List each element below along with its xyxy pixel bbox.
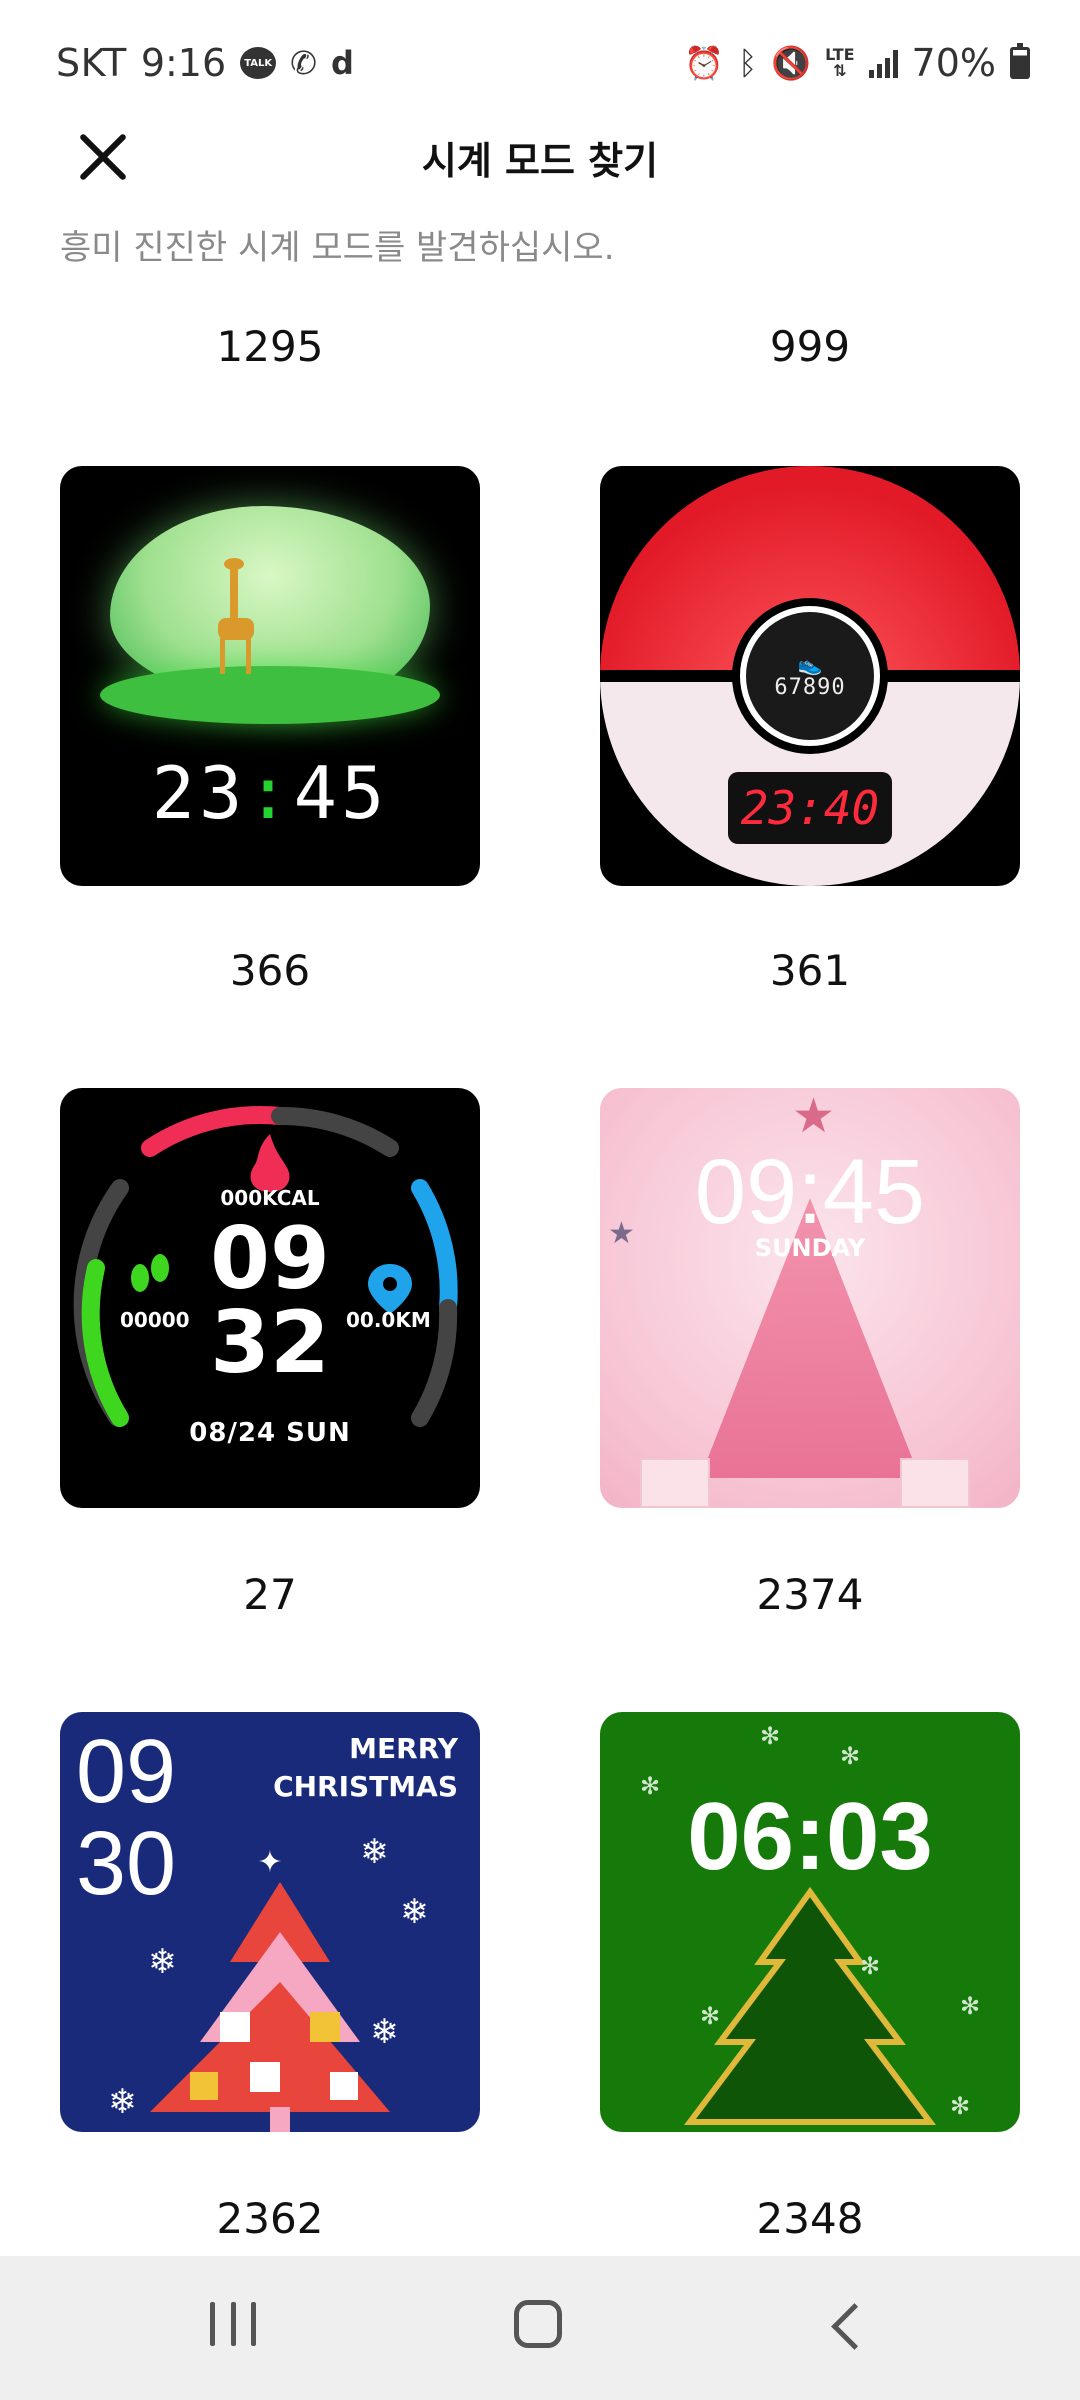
watch-face-time: 06:03 (687, 1783, 933, 1890)
back-button[interactable] (828, 2302, 868, 2348)
watch-face-label: 27 (243, 1570, 297, 1619)
watch-face-hours: 09 (210, 1209, 330, 1309)
home-button[interactable] (514, 2300, 562, 2348)
calories-value: 000KCAL (220, 1186, 320, 1210)
gift-icon (900, 1458, 970, 1508)
snowflake-icon: ❄ (370, 2012, 399, 2052)
page-title: 시계 모드 찾기 (421, 139, 659, 183)
christmas-tree-illustration (684, 1886, 936, 2125)
bluetooth-icon: ᛒ (738, 44, 758, 82)
snowflake-icon: ✻ (950, 2092, 971, 2120)
watch-face-time: 09:45 (694, 1141, 926, 1243)
steps-value: 00000 (120, 1308, 190, 1332)
status-left: SKT 9:16 TALK ✆ d (56, 38, 354, 88)
watch-face-merry-christmas[interactable]: ✦ 09 30 MERRY CHRISTMAS ❄ ❄ ❄ ❄ ❄ (60, 1712, 480, 2132)
status-bar: SKT 9:16 TALK ✆ d ⏰ ᛒ 🔇 LTE ⇅ 70% (0, 0, 1080, 126)
watch-face-time: 23:45 (151, 751, 389, 835)
watch-face-label-999: 999 (769, 322, 851, 371)
watch-face-label: 2374 (756, 1570, 864, 1619)
lte-icon: LTE ⇅ (825, 45, 855, 80)
navigation-bar (0, 2256, 1080, 2400)
header: 시계 모드 찾기 흥미 진진한 시계 모드를 발견하십시오. (0, 120, 1080, 270)
watch-face-giraffe[interactable]: 23:45 (60, 466, 480, 886)
recent-apps-button[interactable] (210, 2302, 256, 2348)
flame-icon (250, 1134, 290, 1192)
shoe-icon: 👟 (797, 651, 823, 676)
snowflake-icon: ✻ (860, 1952, 881, 1980)
watch-face-day: SUNDAY (754, 1234, 866, 1262)
snowflake-icon: ❄ (108, 2082, 137, 2122)
watch-face-pokeball[interactable]: 👟 67890 23:40 (600, 466, 1020, 886)
snowflake-icon: ❄ (360, 1832, 389, 1872)
watch-face-date: 08/24 SUN (189, 1418, 351, 1448)
watch-face-label: 2362 (216, 2194, 324, 2243)
page-subtitle: 흥미 진진한 시계 모드를 발견하십시오. (60, 228, 615, 268)
greeting-text: MERRY CHRISTMAS (273, 1732, 458, 1803)
watch-face-label: 366 (229, 946, 311, 995)
watch-face-label: 2348 (756, 2194, 864, 2243)
gift-icon (640, 1458, 710, 1508)
giraffe-icon (218, 558, 254, 674)
snowflake-icon: ✻ (700, 2002, 721, 2030)
watch-face-label-1295: 1295 (216, 322, 324, 371)
snowflake-icon: ✻ (960, 1992, 981, 2020)
mute-icon: 🔇 (771, 44, 812, 82)
signal-icon (868, 48, 898, 78)
snowflake-icon: ❄ (400, 1892, 429, 1932)
snowflake-icon: ✻ (760, 1722, 781, 1750)
alarm-icon: ⏰ (684, 44, 725, 82)
distance-value: 00.0KM (346, 1308, 431, 1332)
snowflake-icon: ❄ (148, 1942, 177, 1982)
watch-face-pink-tree[interactable]: ★ ★ 09:45 SUNDAY (600, 1088, 1020, 1508)
watch-face-green-tree[interactable]: ✻ ✻ ✻ ✻ ✻ ✻ ✻ 06:03 (600, 1712, 1020, 2132)
watch-face-time: 09 30 (76, 1722, 177, 1914)
status-right: ⏰ ᛒ 🔇 LTE ⇅ 70% (684, 38, 1030, 88)
status-time: 9:16 (140, 41, 227, 85)
battery-percent: 70% (911, 41, 996, 85)
grass-illustration (100, 666, 440, 724)
talk-icon: TALK (240, 47, 277, 79)
svg-text:✦: ✦ (257, 1845, 282, 1880)
carrier-label: SKT (56, 41, 127, 85)
watch-face-label: 361 (769, 946, 851, 995)
star-icon: ★ (792, 1088, 836, 1144)
battery-icon (1010, 43, 1030, 79)
phone-icon: ✆ (290, 44, 317, 82)
snowflake-icon: ✻ (840, 1742, 861, 1770)
watch-face-fitness[interactable]: 000KCAL 09 32 00000 00.0KM 08/24 SUN (60, 1088, 480, 1508)
step-counter: 👟 67890 (740, 606, 880, 746)
d-icon: d (330, 44, 354, 82)
watch-face-time: 23:40 (728, 772, 892, 844)
step-count: 67890 (774, 674, 846, 700)
